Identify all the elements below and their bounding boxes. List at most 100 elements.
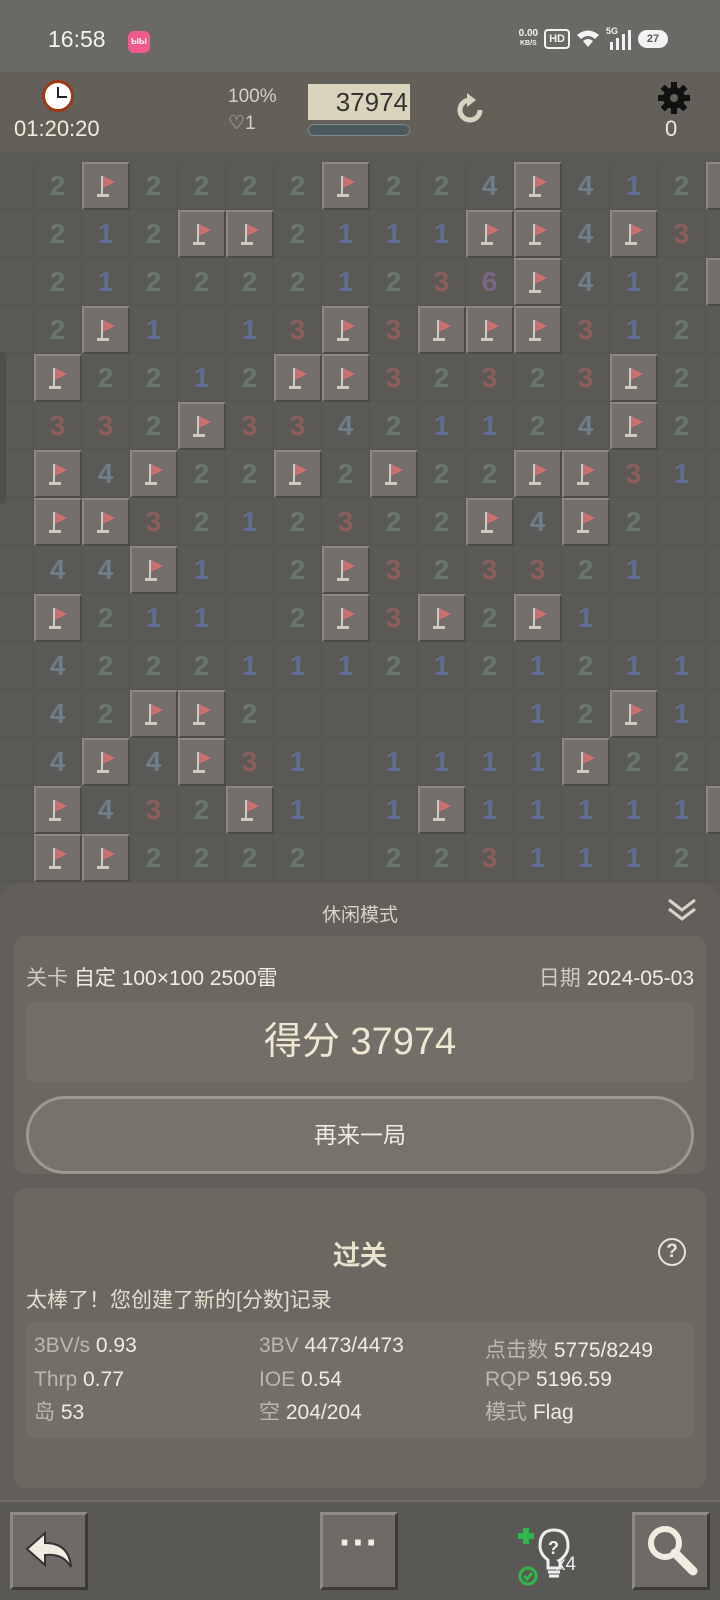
number-cell[interactable]: 1 [562,594,610,642]
empty-cell[interactable] [274,690,322,738]
number-cell[interactable]: 1 [226,642,274,690]
number-cell[interactable]: 2 [130,354,178,402]
empty-cell[interactable] [658,546,706,594]
number-cell[interactable]: 2 [274,162,322,210]
number-cell[interactable]: 2 [370,402,418,450]
number-cell[interactable]: 2 [130,834,178,882]
number-cell[interactable]: 2 [658,354,706,402]
number-cell[interactable]: 1 [322,210,370,258]
flagged-cell[interactable] [466,498,514,546]
number-cell[interactable]: 4 [322,402,370,450]
number-cell[interactable]: 2 [610,498,658,546]
number-cell[interactable]: 4 [514,498,562,546]
flagged-cell[interactable] [610,690,658,738]
back-button[interactable] [10,1512,88,1590]
empty-cell[interactable] [658,594,706,642]
flagged-cell[interactable] [322,306,370,354]
number-cell[interactable]: 3 [130,786,178,834]
number-cell[interactable]: 2 [658,402,706,450]
number-cell[interactable]: 1 [226,306,274,354]
empty-cell[interactable] [0,162,34,210]
number-cell[interactable]: 2 [34,258,82,306]
number-cell[interactable]: 2 [418,546,466,594]
help-icon[interactable]: ? [658,1238,686,1266]
number-cell[interactable]: 2 [562,690,610,738]
number-cell[interactable]: 2 [322,450,370,498]
flagged-cell[interactable] [514,594,562,642]
number-cell[interactable]: 3 [466,834,514,882]
number-cell[interactable]: 2 [178,450,226,498]
flagged-cell[interactable] [34,834,82,882]
flagged-cell[interactable] [34,450,82,498]
number-cell[interactable]: 1 [706,402,720,450]
number-cell[interactable]: 2 [226,834,274,882]
number-cell[interactable]: 4 [562,210,610,258]
number-cell[interactable]: 1 [418,738,466,786]
number-cell[interactable]: 4 [466,162,514,210]
empty-cell[interactable] [658,498,706,546]
empty-cell[interactable] [0,834,34,882]
number-cell[interactable]: 1 [562,786,610,834]
number-cell[interactable]: 1 [130,306,178,354]
flagged-cell[interactable] [130,546,178,594]
flagged-cell[interactable] [466,306,514,354]
number-cell[interactable]: 1 [370,786,418,834]
empty-cell[interactable] [0,690,34,738]
number-cell[interactable]: 2 [178,498,226,546]
number-cell[interactable]: 1 [466,402,514,450]
number-cell[interactable]: 2 [370,834,418,882]
number-cell[interactable]: 4 [562,162,610,210]
number-cell[interactable]: 1 [466,738,514,786]
number-cell[interactable]: 2 [226,162,274,210]
number-cell[interactable]: 2 [658,258,706,306]
empty-cell[interactable] [418,690,466,738]
empty-cell[interactable] [706,354,720,402]
number-cell[interactable]: 2 [82,594,130,642]
number-cell[interactable]: 2 [370,498,418,546]
number-cell[interactable]: 2 [418,498,466,546]
number-cell[interactable]: 3 [34,402,82,450]
number-cell[interactable]: 3 [322,498,370,546]
flagged-cell[interactable] [82,162,130,210]
number-cell[interactable]: 2 [370,258,418,306]
number-cell[interactable]: 2 [274,498,322,546]
number-cell[interactable]: 1 [178,546,226,594]
number-cell[interactable]: 1 [370,738,418,786]
number-cell[interactable]: 6 [466,258,514,306]
flagged-cell[interactable] [130,690,178,738]
number-cell[interactable]: 4 [130,738,178,786]
number-cell[interactable]: 2 [658,834,706,882]
number-cell[interactable]: 1 [418,210,466,258]
flagged-cell[interactable] [562,498,610,546]
number-cell[interactable]: 3 [226,738,274,786]
number-cell[interactable]: 2 [274,210,322,258]
empty-cell[interactable] [610,594,658,642]
number-cell[interactable]: 2 [658,162,706,210]
number-cell[interactable]: 3 [562,306,610,354]
flagged-cell[interactable] [226,210,274,258]
number-cell[interactable]: 3 [130,498,178,546]
number-cell[interactable]: 1 [562,834,610,882]
number-cell[interactable]: 1 [706,642,720,690]
empty-cell[interactable] [0,738,34,786]
number-cell[interactable]: 2 [226,258,274,306]
flagged-cell[interactable] [418,786,466,834]
double-chevron-down-icon[interactable] [666,896,698,924]
flagged-cell[interactable] [610,402,658,450]
number-cell[interactable]: 2 [370,162,418,210]
number-cell[interactable]: 1 [514,834,562,882]
number-cell[interactable]: 2 [130,402,178,450]
number-cell[interactable]: 2 [226,690,274,738]
number-cell[interactable]: 2 [82,642,130,690]
number-cell[interactable]: 2 [658,306,706,354]
flagged-cell[interactable] [322,546,370,594]
number-cell[interactable]: 1 [514,738,562,786]
flagged-cell[interactable] [706,162,720,210]
number-cell[interactable]: 4 [82,450,130,498]
number-cell[interactable]: 1 [658,786,706,834]
flagged-cell[interactable] [322,162,370,210]
empty-cell[interactable] [226,594,274,642]
number-cell[interactable]: 2 [178,162,226,210]
number-cell[interactable]: 3 [274,402,322,450]
number-cell[interactable]: 1 [82,210,130,258]
